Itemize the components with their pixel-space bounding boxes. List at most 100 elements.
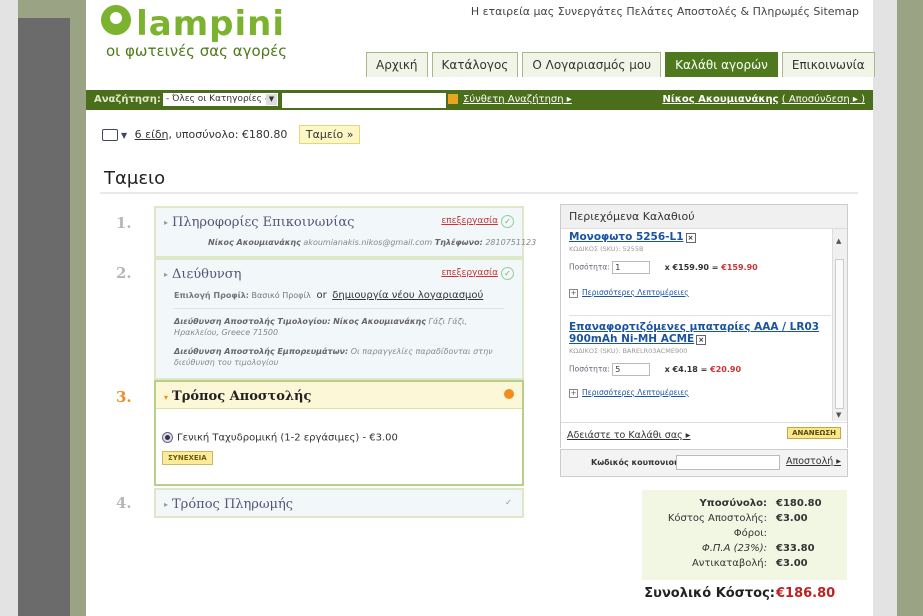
more-details-link[interactable]: + Περισσότερες Λεπτομέρειες bbox=[569, 288, 831, 298]
empty-cart-link[interactable]: Αδειάστε το Καλάθι σας ▸ bbox=[567, 430, 690, 441]
cod-label: Αντικαταβολή: bbox=[691, 558, 767, 569]
qty-label: Ποσότητα: bbox=[569, 262, 610, 272]
subtotal-label: Υποσύνολο: bbox=[699, 498, 767, 509]
checkout-link[interactable]: Ταμείο » bbox=[298, 125, 361, 144]
cart-panel-title: Περιεχόμενα Καλαθιού bbox=[561, 205, 847, 229]
edit-address-link[interactable]: επεξεργασία bbox=[441, 268, 498, 278]
step-address-title: Διεύθυνση bbox=[172, 267, 242, 282]
update-button[interactable]: ΑΝΑΝΕΩΣΗ bbox=[787, 427, 841, 439]
step-payment-header[interactable]: ▸ Τρόπος Πληρωμής bbox=[164, 497, 293, 512]
cart-item-qty-row: Ποσότητα: 5 x €4.18 = €20.90 bbox=[569, 363, 831, 376]
background-frame-right bbox=[873, 0, 923, 616]
remove-icon[interactable]: × bbox=[685, 233, 696, 243]
cart-summary: ▼ 6 είδη, υποσύνολο: €180.80 Ταμείο » bbox=[102, 125, 361, 144]
tab-home[interactable]: Αρχική bbox=[366, 52, 428, 77]
tab-contact[interactable]: Επικοινωνία bbox=[781, 52, 875, 77]
step-payment-title: Τρόπος Πληρωμής bbox=[172, 497, 294, 512]
item-divider bbox=[569, 315, 831, 316]
profile-row: Επιλογή Προφίλ: Βασικό Προφίλ or δημιουρ… bbox=[174, 290, 483, 301]
search-go-icon[interactable] bbox=[448, 94, 458, 104]
line-total: €159.90 bbox=[721, 262, 758, 272]
profile-value: Βασικό Προφίλ bbox=[251, 291, 311, 300]
step-payment: ▸ Τρόπος Πληρωμής ✓ bbox=[154, 488, 524, 518]
grand-total-value: €186.80 bbox=[776, 586, 836, 601]
step-shipping-title: Τρόπος Αποστολής bbox=[172, 389, 312, 404]
continue-button[interactable]: ΣΥΝΕΧΕΙΑ bbox=[162, 451, 213, 465]
tab-catalog[interactable]: Κατάλογος bbox=[431, 52, 519, 77]
profile-label: Επιλογή Προφίλ: bbox=[174, 291, 249, 300]
cart-items-link[interactable]: 6 είδη bbox=[135, 128, 169, 141]
logo[interactable]: lampini bbox=[101, 4, 285, 44]
goods-label: Διεύθυνση Αποστολής Εμπορευμάτων: bbox=[174, 347, 349, 356]
logo-text: lampini bbox=[136, 4, 285, 44]
category-select-value: - Όλες οι Κατηγορίες - bbox=[166, 94, 268, 104]
search-bar: Αναζήτηση: - Όλες οι Κατηγορίες - ▼ Σύνθ… bbox=[86, 90, 873, 110]
cart-item-price: x €4.18 = €20.90 bbox=[665, 365, 741, 374]
cart-item-name-link[interactable]: Επαναφορτιζόμενες μπαταρίες AAA / LR03 9… bbox=[569, 321, 831, 345]
chevron-right-icon: ▸ bbox=[164, 270, 169, 279]
tab-account[interactable]: Ο Λογαριασμός μου bbox=[522, 52, 662, 77]
step-shipping-header[interactable]: ▾ Τρόπος Αποστολής bbox=[164, 389, 311, 404]
cart-item-sku: ΚΩΔΙΚΟΣ (SKU): 5255B bbox=[569, 245, 644, 253]
chevron-right-icon: ▸ bbox=[164, 500, 169, 509]
chevron-down-icon: ▾ bbox=[164, 391, 169, 402]
cart-icon[interactable] bbox=[102, 129, 118, 141]
cart-item-price: x €159.90 = €159.90 bbox=[665, 263, 758, 272]
or-text: or bbox=[316, 290, 327, 301]
check-icon: ✓ bbox=[501, 267, 514, 280]
coupon-label: Κωδικός κουπονιού: bbox=[591, 458, 683, 467]
advanced-search-link[interactable]: Σύνθετη Αναζήτηση ▸ bbox=[463, 94, 572, 105]
order-totals: Υποσύνολο: €180.80 Κόστος Αποστολής: €3.… bbox=[642, 490, 847, 580]
edit-contact-link[interactable]: επεξεργασία bbox=[441, 216, 498, 226]
qty-input[interactable]: 1 bbox=[612, 261, 651, 274]
plus-icon: + bbox=[569, 389, 578, 398]
more-details-label: Περισσότερες Λεπτομέρειες bbox=[582, 288, 689, 297]
more-details-link[interactable]: + Περισσότερες Λεπτομέρειες bbox=[569, 388, 831, 398]
coupon-input[interactable] bbox=[676, 455, 780, 470]
plus-icon: + bbox=[569, 289, 578, 298]
new-account-link[interactable]: δημιουργία νέου λογαριασμού bbox=[332, 290, 483, 301]
scroll-down-icon[interactable]: ▼ bbox=[836, 411, 841, 419]
top-links[interactable]: Η εταιρεία μας Συνεργάτες Πελάτες Αποστο… bbox=[471, 5, 859, 18]
background-left bbox=[0, 0, 18, 616]
line-total: €20.90 bbox=[710, 364, 742, 374]
search-input[interactable] bbox=[282, 93, 446, 108]
subtotal-value: €180.80 bbox=[776, 498, 822, 509]
phone-label: Τηλέφωνο: bbox=[434, 238, 483, 247]
chevron-right-icon: ▸ bbox=[164, 218, 169, 227]
coupon-send-link[interactable]: Αποστολή ▸ bbox=[786, 456, 841, 467]
check-icon: ✓ bbox=[505, 498, 512, 507]
user-area: Νίκος Ακουμιανάκης ( Αποσύνδεση ▸ ) bbox=[662, 94, 865, 105]
qty-input[interactable]: 5 bbox=[612, 363, 651, 376]
step-shipping: ▾ Τρόπος Αποστολής Γενική Ταχυδρομική (1-… bbox=[154, 380, 524, 486]
qty-label: Ποσότητα: bbox=[569, 364, 610, 374]
scrollbar-thumb[interactable] bbox=[835, 259, 844, 409]
billing-address: Διεύθυνση Αποστολής Τιμολογίου: Νίκος Ακ… bbox=[174, 316, 514, 338]
caret-down-icon[interactable]: ▼ bbox=[121, 131, 127, 140]
cart-scrollbar[interactable]: ▲ ▼ bbox=[832, 229, 847, 421]
step-address-header[interactable]: ▸ Διεύθυνση bbox=[164, 267, 241, 282]
remove-icon[interactable]: × bbox=[696, 335, 707, 345]
taxes-label: Φόροι: bbox=[733, 528, 767, 539]
chevron-down-icon: ▼ bbox=[266, 94, 277, 105]
unit-price: x €159.90 = bbox=[664, 262, 719, 272]
contact-details: Νίκος Ακουμιανάκης akoumianakis.nikos@gm… bbox=[208, 238, 536, 247]
page: lampini οι φωτεινές σας αγορές Η εταιρεί… bbox=[86, 0, 875, 616]
goods-address: Διεύθυνση Αποστολής Εμπορευμάτων: Οι παρ… bbox=[174, 346, 514, 368]
step-contact-header[interactable]: ▸ Πληροφορίες Επικοινωνίας bbox=[164, 215, 354, 230]
cart-item: Μονοφωτο 5256-L1 × ΚΩΔΙΚΟΣ (SKU): 5255B Π… bbox=[569, 231, 831, 298]
grand-total-label: Συνολικό Κόστος: bbox=[644, 586, 775, 601]
cart-item-name-link[interactable]: Μονοφωτο 5256-L1 × bbox=[569, 231, 831, 243]
shipping-option[interactable]: Γενική Ταχυδρομική (1-2 εργάσιμες) - €3.… bbox=[162, 432, 398, 444]
scroll-up-icon[interactable]: ▲ bbox=[836, 237, 841, 245]
radio-selected-icon[interactable] bbox=[162, 432, 173, 443]
cart-item-name: Επαναφορτιζόμενες μπαταρίες AAA / LR03 9… bbox=[569, 321, 820, 345]
contact-name: Νίκος Ακουμιανάκης bbox=[208, 238, 301, 247]
logout-link[interactable]: ( Αποσύνδεση ▸ ) bbox=[782, 94, 865, 105]
active-step-icon bbox=[504, 389, 514, 399]
tab-cart[interactable]: Καλάθι αγορών bbox=[665, 52, 778, 77]
billing-label: Διεύθυνση Αποστολής Τιμολογίου: bbox=[174, 317, 331, 326]
lamp-logo-icon bbox=[101, 5, 131, 35]
user-name-link[interactable]: Νίκος Ακουμιανάκης bbox=[662, 94, 778, 105]
category-select[interactable]: - Όλες οι Κατηγορίες - ▼ bbox=[163, 93, 278, 106]
